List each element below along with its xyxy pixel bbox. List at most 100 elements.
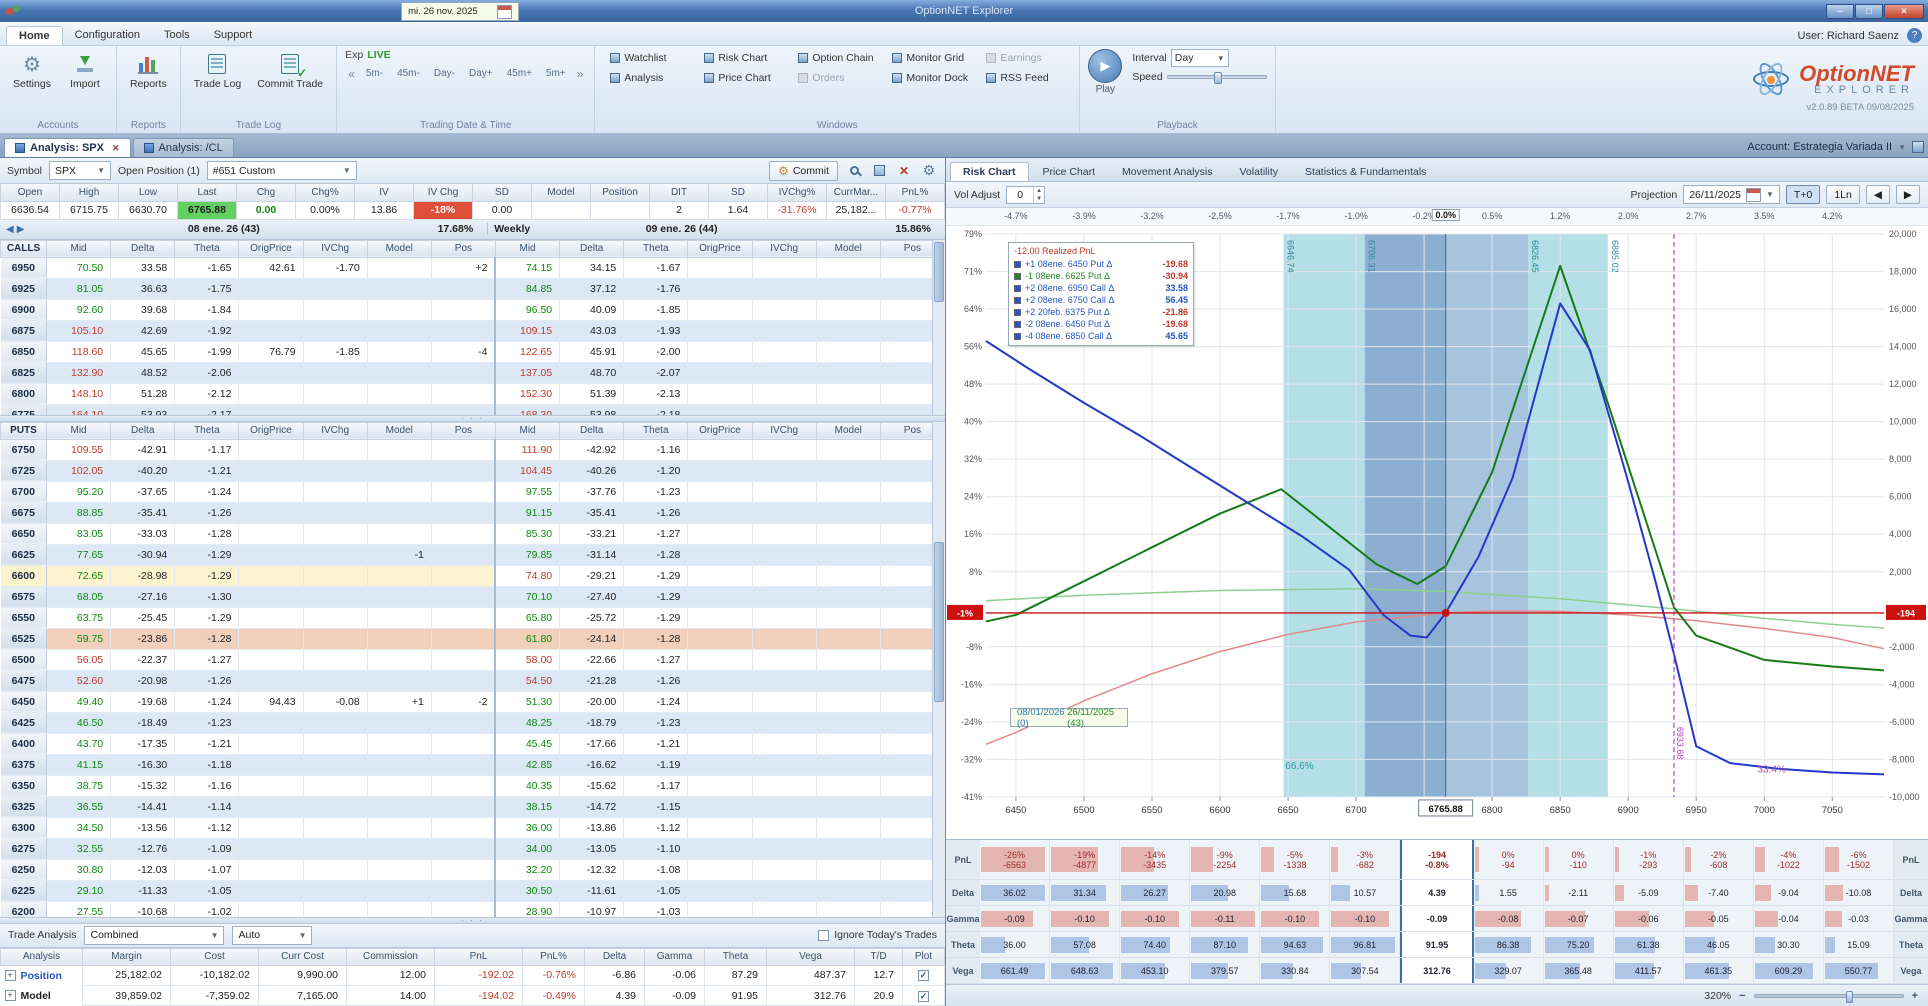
delete-icon[interactable]: ✕ bbox=[895, 162, 913, 180]
window-toggle-risk-chart[interactable]: Risk Chart bbox=[697, 49, 789, 67]
window-toggle-analysis[interactable]: Analysis bbox=[603, 69, 695, 87]
menu-item-support[interactable]: Support bbox=[202, 26, 265, 45]
nav-5m+[interactable]: 5m+ bbox=[540, 66, 572, 81]
greeks-cell[interactable]: -10.08 bbox=[1824, 880, 1895, 905]
chain-col-header[interactable]: IVChg bbox=[751, 421, 817, 440]
greeks-cell[interactable]: 453.10 bbox=[1120, 958, 1191, 983]
greeks-cell[interactable]: -0.03 bbox=[1824, 906, 1895, 931]
strategy-select[interactable]: #651 Custom ▼ bbox=[206, 161, 357, 180]
play-button[interactable]: ▶ bbox=[1088, 49, 1123, 83]
ignore-trades-checkbox[interactable] bbox=[818, 929, 830, 941]
chain-col-header[interactable]: OrigPrice bbox=[238, 239, 304, 258]
chain-row[interactable]: 6600 72.65 -28.98 -1.29 74.80 -29.21 -1.29 bbox=[0, 565, 945, 587]
legend-item[interactable]: +1 08ene. 6450 Put Δ -19.68 bbox=[1014, 258, 1188, 270]
vol-adjust-stepper[interactable]: 0 ▲ ▼ bbox=[1006, 185, 1046, 204]
greeks-cell[interactable]: 1.55 bbox=[1474, 880, 1544, 905]
chain-row[interactable]: 6800 148.10 51.28 -2.12 152.30 51.39 -2.13 bbox=[0, 383, 945, 405]
greeks-cell[interactable]: 86.38 bbox=[1474, 932, 1544, 957]
projection-date-input[interactable]: 26/11/2025 ▼ bbox=[1683, 185, 1780, 204]
plot-checkbox[interactable]: ✓ bbox=[918, 990, 929, 1002]
chain-row[interactable]: 6950 70.50 33.58 -1.65 42.61 -1.70 +2 74.15 34.1… bbox=[0, 257, 945, 279]
greeks-cell[interactable]: -0.04 bbox=[1754, 906, 1824, 931]
chain-col-header[interactable]: Pos bbox=[430, 421, 496, 440]
t0-toggle-button[interactable]: T+0 bbox=[1785, 185, 1821, 204]
chain-col-header[interactable]: Pos bbox=[430, 239, 496, 258]
analysis-splitter[interactable]: · · · bbox=[0, 916, 945, 924]
calendar-icon[interactable] bbox=[497, 4, 513, 19]
help-icon[interactable]: ? bbox=[1907, 28, 1922, 43]
chain-row[interactable]: 6700 95.20 -37.65 -1.24 97.55 -37.76 -1.23 bbox=[0, 481, 945, 503]
chain-col-header[interactable]: OrigPrice bbox=[687, 239, 753, 258]
chain-row[interactable]: 6475 52.60 -20.98 -1.26 54.50 -21.28 -1.26 bbox=[0, 670, 945, 692]
greeks-cell[interactable]: -2.11 bbox=[1544, 880, 1614, 905]
greeks-cell[interactable]: 661.49 bbox=[980, 958, 1051, 983]
expiration-left[interactable]: 08 ene. 26 (43) 17.68% bbox=[30, 223, 487, 235]
expand-icon[interactable]: + bbox=[4, 970, 16, 981]
greeks-cell[interactable]: 379.57 bbox=[1190, 958, 1261, 983]
chain-row[interactable]: 6325 36.55 -14.41 -1.14 38.15 -14.72 -1.15 bbox=[0, 796, 945, 818]
greeks-cell[interactable]: -0.08 bbox=[1474, 906, 1544, 931]
chain-col-header[interactable]: Mid bbox=[494, 421, 561, 440]
spin-down-icon[interactable]: ▼ bbox=[1034, 195, 1044, 203]
window-toggle-watchlist[interactable]: Watchlist bbox=[603, 49, 695, 67]
account-chevron-icon[interactable]: ▼ bbox=[1898, 143, 1906, 152]
greeks-cell[interactable]: 550.77 bbox=[1824, 958, 1895, 983]
greeks-cell[interactable]: 61.38 bbox=[1614, 932, 1684, 957]
greeks-cell[interactable]: 20.98 bbox=[1190, 880, 1261, 905]
greeks-cell[interactable]: -0.10 bbox=[1260, 906, 1331, 931]
legend-item[interactable]: -2 08ene. 6450 Put Δ -19.68 bbox=[1014, 318, 1188, 330]
chain-col-header[interactable]: Theta bbox=[174, 421, 240, 440]
chain-row[interactable]: 6450 49.40 -19.68 -1.24 94.43 -0.08 +1 -2 51.30-… bbox=[0, 691, 945, 713]
nav-45m+[interactable]: 45m+ bbox=[501, 66, 538, 81]
chain-row[interactable]: 6300 34.50 -13.56 -1.12 36.00 -13.86 -1.12 bbox=[0, 817, 945, 839]
plot-checkbox[interactable]: ✓ bbox=[918, 970, 929, 982]
greeks-cell[interactable]: 75.20 bbox=[1544, 932, 1614, 957]
chain-col-header[interactable]: OrigPrice bbox=[238, 421, 304, 440]
chain-row[interactable]: 6550 63.75 -25.45 -1.29 65.80 -25.72 -1.29 bbox=[0, 607, 945, 629]
reports-button[interactable]: Reports bbox=[125, 49, 172, 93]
menu-item-home[interactable]: Home bbox=[6, 26, 63, 45]
calls-scrollbar[interactable] bbox=[932, 239, 945, 415]
greeks-cell[interactable]: -1% -293 bbox=[1614, 840, 1684, 879]
greeks-cell[interactable]: -7.40 bbox=[1684, 880, 1754, 905]
chain-col-header[interactable]: Mid bbox=[494, 239, 561, 258]
settings-button[interactable]: ⚙ Settings bbox=[8, 49, 56, 93]
prev-expiration-icon[interactable]: ◀ bbox=[6, 224, 14, 235]
chain-col-header[interactable]: IVChg bbox=[302, 421, 368, 440]
greeks-cell[interactable]: 365.48 bbox=[1544, 958, 1614, 983]
sync-settings-icon[interactable]: ⚙ bbox=[920, 162, 938, 180]
symbol-select[interactable]: SPX ▼ bbox=[49, 161, 112, 180]
greeks-cell[interactable]: -2% -608 bbox=[1684, 840, 1754, 879]
speed-slider[interactable] bbox=[1166, 72, 1267, 84]
expand-icon[interactable]: + bbox=[4, 990, 16, 1001]
chain-col-header[interactable]: Delta bbox=[110, 239, 176, 258]
chain-row[interactable]: 6900 92.60 39.68 -1.84 96.50 40.09 -1.85 bbox=[0, 299, 945, 321]
tab-analysis-spx[interactable]: Analysis: SPX ✕ bbox=[4, 138, 131, 157]
calendar-icon[interactable] bbox=[1746, 187, 1761, 202]
chain-row[interactable]: 6850 118.60 45.65 -1.99 76.79 -1.85 -4 122.65 45… bbox=[0, 341, 945, 363]
chain-col-header[interactable]: Theta bbox=[623, 421, 689, 440]
greeks-cell[interactable]: -9% -2254 bbox=[1190, 840, 1261, 879]
chain-row[interactable]: 6825 132.90 48.52 -2.06 137.05 48.70 -2.07 bbox=[0, 362, 945, 384]
greeks-cell[interactable]: 26.27 bbox=[1120, 880, 1191, 905]
chain-col-header[interactable]: IVChg bbox=[302, 239, 368, 258]
greeks-cell[interactable]: 36.02 bbox=[980, 880, 1051, 905]
jump-back-icon[interactable]: « bbox=[345, 67, 358, 81]
chain-row[interactable]: 6625 77.65 -30.94 -1.29 -1 79.85 -31.14 -1.28 bbox=[0, 544, 945, 566]
window-toggle-option-chain[interactable]: Option Chain bbox=[791, 49, 883, 67]
chain-row[interactable]: 6425 46.50 -18.49 -1.23 48.25 -18.79 -1.23 bbox=[0, 712, 945, 734]
greeks-cell[interactable]: -5.09 bbox=[1614, 880, 1684, 905]
window-toggle-rss-feed[interactable]: RSS Feed bbox=[979, 69, 1071, 87]
chain-col-header[interactable]: Mid bbox=[45, 239, 112, 258]
trade-log-button[interactable]: Trade Log bbox=[189, 49, 246, 93]
chain-row[interactable]: 6275 32.55 -12.76 -1.09 34.00 -13.05 -1.10 bbox=[0, 838, 945, 860]
legend-item[interactable]: +2 08ene. 6950 Call Δ 33.58 bbox=[1014, 282, 1188, 294]
trade-analysis-auto-select[interactable]: Auto ▼ bbox=[232, 925, 313, 945]
nav-5m-[interactable]: 5m- bbox=[360, 66, 389, 81]
chain-col-header[interactable]: Mid bbox=[45, 421, 112, 440]
chain-row[interactable]: 6875 105.10 42.69 -1.92 109.15 43.03 -1.93 bbox=[0, 320, 945, 342]
zoom-out-icon[interactable]: − bbox=[1739, 990, 1745, 1002]
chain-col-header[interactable]: Theta bbox=[174, 239, 240, 258]
speed-slider-thumb[interactable] bbox=[1213, 72, 1222, 84]
tab-price-chart[interactable]: Price Chart bbox=[1030, 162, 1109, 181]
